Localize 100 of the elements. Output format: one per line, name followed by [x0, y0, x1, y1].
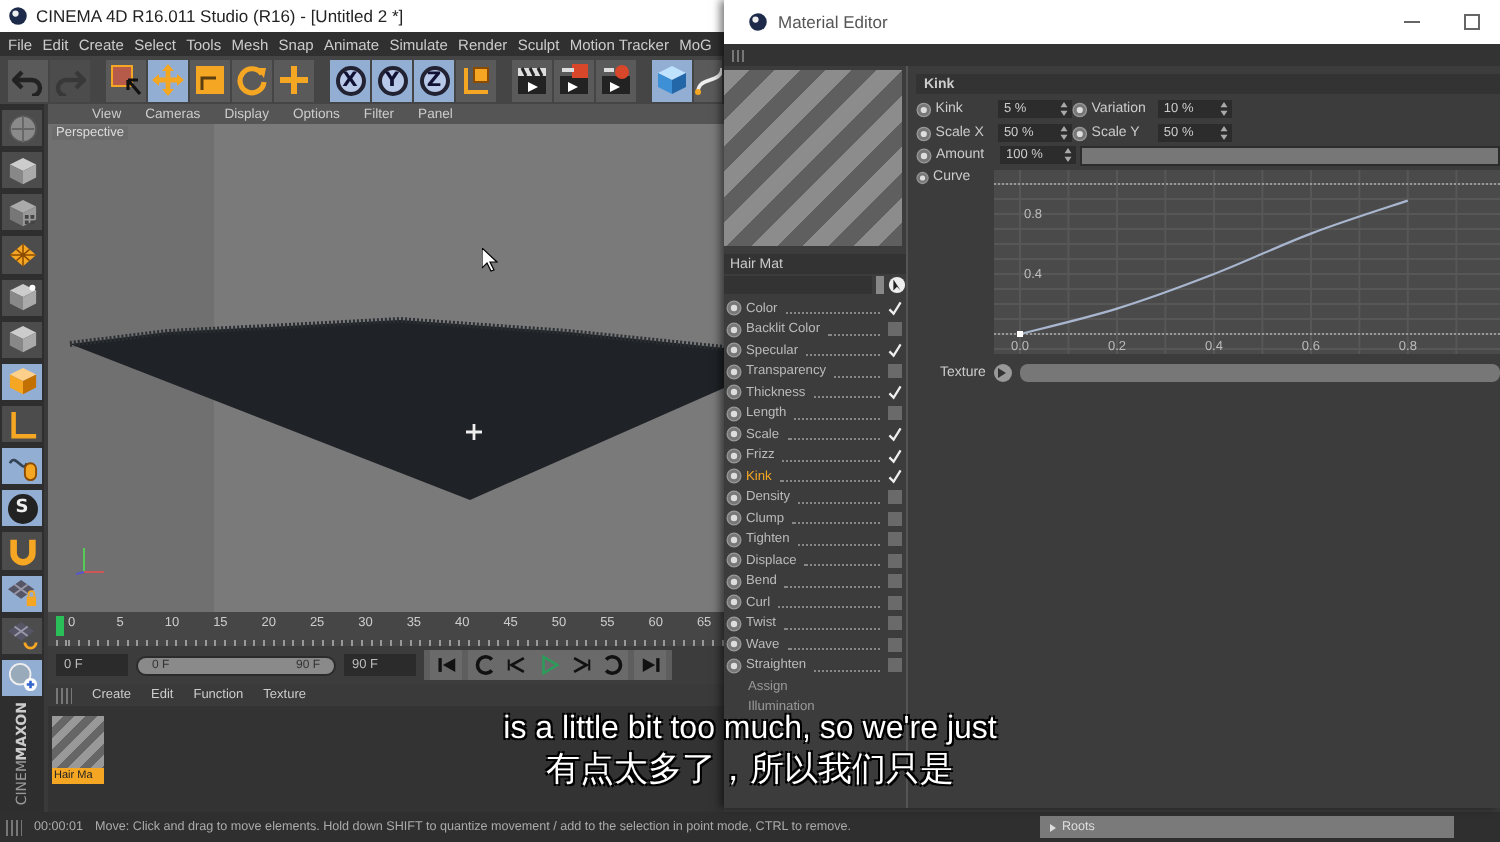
mouse-cursor-icon — [482, 248, 498, 272]
dropdown-field[interactable] — [724, 276, 872, 294]
move-icon — [152, 64, 184, 96]
axis-toggle-button[interactable]: Y — [372, 59, 412, 101]
render-settings-tool-button[interactable] — [596, 59, 636, 101]
checkbox[interactable] — [888, 616, 902, 631]
cube-mode-button[interactable] — [2, 321, 42, 358]
checkbox[interactable] — [888, 301, 902, 316]
skip-start-button[interactable] — [430, 650, 462, 680]
cube-icon — [7, 155, 37, 186]
axis-toggle-button[interactable]: Z — [414, 59, 454, 101]
add-tool-button[interactable] — [274, 59, 314, 101]
checkbox[interactable] — [888, 490, 902, 505]
cube-icon — [7, 324, 37, 355]
cursor-circle-icon[interactable] — [888, 276, 906, 294]
checkbox[interactable] — [888, 532, 902, 547]
play-icon — [537, 654, 559, 676]
maximize-button[interactable] — [1460, 10, 1484, 34]
spinner-icon — [1064, 148, 1072, 162]
checkbox[interactable] — [888, 553, 902, 568]
window-title: Material Editor — [778, 12, 888, 32]
axis-cube-icon — [460, 64, 492, 96]
magnet-icon — [7, 535, 37, 566]
rotate-icon — [236, 64, 268, 96]
minimize-icon — [1404, 20, 1420, 24]
checkbox[interactable] — [888, 637, 902, 652]
selection-icon — [110, 64, 142, 96]
spline-icon — [694, 64, 722, 96]
spinner-icon — [1220, 102, 1228, 116]
grip-icon — [56, 687, 72, 703]
checkbox[interactable] — [888, 448, 902, 463]
subtitle-line: 有点太多了，所以我们只是 — [546, 751, 954, 789]
cube-mode-button[interactable] — [2, 363, 42, 400]
point-cube-mode-button[interactable] — [2, 279, 42, 316]
skip-end-button[interactable] — [634, 650, 666, 680]
clapperboard-icon — [516, 64, 548, 96]
render-tool-button[interactable] — [554, 59, 594, 101]
cube-tool-button[interactable] — [652, 59, 692, 101]
spinner-icon — [1220, 126, 1228, 140]
zoom-icon — [7, 662, 37, 693]
axis-l-mode-button[interactable] — [2, 405, 42, 443]
scale-tool-button[interactable] — [190, 59, 230, 101]
loop-right-button[interactable] — [596, 650, 628, 680]
spline-tool-button[interactable] — [694, 59, 722, 101]
mouse-mode-button[interactable] — [2, 448, 42, 485]
texture-button[interactable] — [993, 364, 1012, 382]
rotate-tool-button[interactable] — [232, 59, 272, 101]
app-logo-icon — [8, 6, 28, 26]
checker-cube-mode-button[interactable] — [2, 194, 42, 231]
render-view-tool-button[interactable] — [512, 59, 552, 101]
snap-button[interactable]: S — [2, 490, 42, 527]
grid-lock-mode-button[interactable] — [2, 575, 42, 612]
cube-icon — [656, 64, 688, 96]
skip-end-icon — [639, 654, 661, 676]
move-tool-button[interactable] — [148, 59, 188, 101]
step-forward-icon — [569, 654, 591, 676]
play-arrow-icon — [998, 368, 1007, 378]
zoom-mode-button[interactable] — [2, 659, 42, 696]
checkbox[interactable] — [888, 322, 902, 337]
checkbox[interactable] — [888, 343, 902, 358]
crosshair-icon — [466, 424, 482, 440]
loop-left-icon — [473, 654, 495, 676]
axis-gizmo-icon — [76, 544, 108, 576]
axis-icon — [7, 409, 37, 440]
sphere-mode-button[interactable] — [2, 110, 42, 147]
checkbox[interactable] — [888, 385, 902, 400]
texture-mode-button[interactable] — [2, 236, 42, 274]
magnet-mode-button[interactable] — [2, 532, 42, 570]
clapperboard-gear-icon — [600, 64, 632, 96]
axis-toggle-button[interactable]: X — [330, 59, 370, 101]
checkbox[interactable] — [888, 574, 902, 589]
step-back-icon — [505, 654, 527, 676]
loop-right-icon — [601, 654, 623, 676]
coords-tool-button[interactable] — [456, 59, 496, 101]
cube-icon — [7, 282, 37, 313]
expand-arrow-icon — [1050, 823, 1056, 831]
grid-mode-button[interactable] — [2, 617, 42, 654]
checker-cube-icon — [7, 197, 37, 228]
scale-icon — [194, 64, 226, 96]
cube-mode-button[interactable] — [2, 152, 42, 189]
checkbox[interactable] — [888, 595, 902, 610]
skip-start-icon — [435, 654, 457, 676]
checkbox[interactable] — [888, 658, 902, 673]
clapperboard-icon — [558, 64, 590, 96]
texture-field[interactable] — [1019, 364, 1500, 382]
checkbox[interactable] — [888, 511, 902, 526]
select-tool-button[interactable] — [106, 59, 146, 101]
checkbox[interactable] — [888, 406, 902, 421]
maximize-icon — [1464, 14, 1480, 30]
app-logo-icon — [748, 12, 768, 32]
subtitle-line: is a little bit too much, so we're just — [503, 712, 997, 748]
checkbox[interactable] — [888, 469, 902, 484]
loop-left-button[interactable] — [468, 650, 500, 680]
undo-icon — [12, 64, 44, 96]
material-swatch[interactable] — [52, 716, 104, 768]
grid-icon — [7, 239, 37, 270]
cube-icon — [7, 366, 37, 397]
checkbox[interactable] — [888, 427, 902, 442]
grip-icon — [732, 49, 744, 61]
checkbox[interactable] — [888, 364, 902, 379]
